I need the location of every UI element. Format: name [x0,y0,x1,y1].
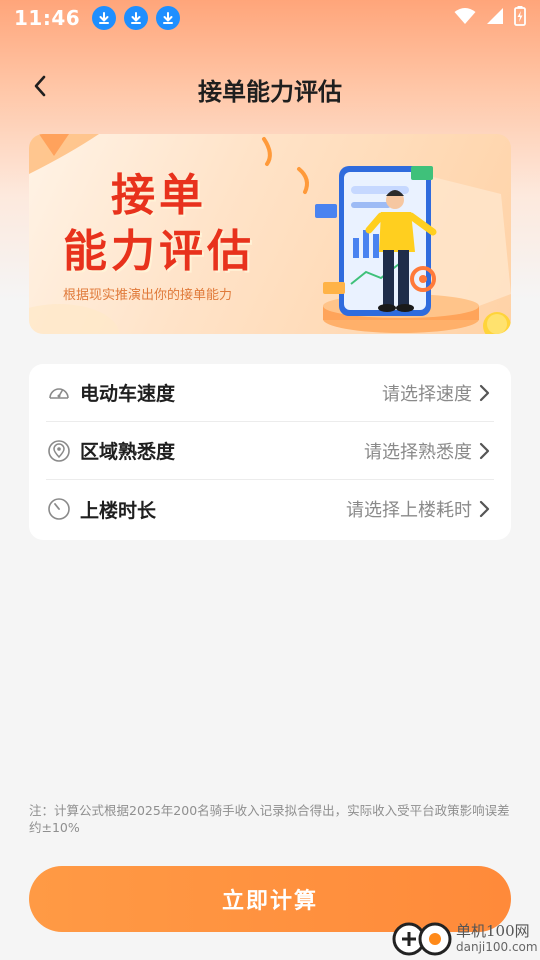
app-header: 接单能力评估 [0,60,540,116]
chevron-right-icon [478,441,494,461]
familiarity-row[interactable]: 区域熟悉度 请选择熟悉度 [46,422,494,480]
wifi-icon [454,7,476,29]
watermark: 单机100网 danji100.com [392,918,540,960]
familiarity-label: 区域熟悉度 [80,441,176,463]
speed-row[interactable]: 电动车速度 请选择速度 [46,364,494,422]
watermark-en: danji100.com [456,940,538,954]
calculate-button-label: 立即计算 [221,889,318,914]
speed-value: 请选择速度 [382,383,472,405]
familiarity-value: 请选择熟悉度 [364,441,472,463]
status-bar: 11:46 [0,0,540,36]
location-pin-icon [46,438,72,464]
system-status [454,6,526,30]
battery-charging-icon [514,6,526,30]
status-time: 11:46 [14,6,81,30]
watermark-cn: 单机100网 [456,922,530,940]
chevron-right-icon [478,383,494,403]
banner-title: 接单 能力评估 [63,168,255,280]
banner-title-line2: 能力评估 [63,226,255,277]
download-icon [124,6,149,30]
watermark-logo-icon [392,922,452,956]
timer-icon [46,496,72,522]
speedometer-icon [46,380,72,406]
stair-time-row[interactable]: 上楼时长 请选择上楼耗时 [46,480,494,538]
speed-label: 电动车速度 [80,383,176,405]
page-title: 接单能力评估 [198,78,342,106]
download-icon [156,6,181,30]
assessment-options-card: 电动车速度 请选择速度 区域熟悉度 请选择熟悉度 上楼时长 请选择上楼耗时 [29,364,511,540]
chevron-right-icon [478,499,494,519]
banner-subtitle: 根据现实推演出你的接单能力 [63,288,233,303]
banner: 接单 能力评估 根据现实推演出你的接单能力 [29,134,511,334]
stair-time-label: 上楼时长 [80,499,157,522]
disclaimer-note: 注：计算公式根据2025年200名骑手收入记录拟合得出，实际收入受平台政策影响误… [29,803,510,835]
download-icon [92,6,117,30]
banner-illustration [315,166,511,333]
notification-icons [92,6,181,30]
stair-time-value: 请选择上楼耗时 [346,500,472,521]
signal-icon [486,7,504,29]
banner-title-line1: 接单 [111,170,207,221]
